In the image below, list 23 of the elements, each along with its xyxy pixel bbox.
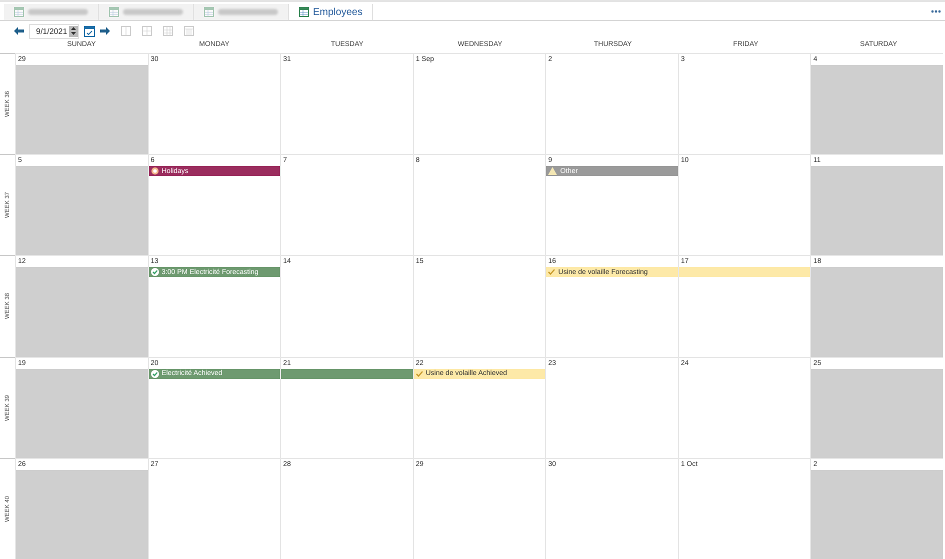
sun-icon (150, 167, 159, 176)
tab[interactable] (194, 4, 289, 20)
blurred-label (218, 9, 278, 15)
blurred-label (28, 9, 88, 15)
more-icon[interactable] (931, 10, 941, 12)
table-icon (299, 7, 309, 17)
check-circle-icon (150, 268, 159, 276)
check-icon (416, 370, 423, 377)
spinner-icon[interactable] (69, 26, 78, 36)
check-icon (548, 269, 556, 276)
table-icon (14, 7, 24, 17)
table-icon (109, 7, 119, 17)
calendar-icon[interactable] (84, 26, 96, 36)
date-field[interactable]: 9/1/2021 (29, 24, 80, 38)
table-icon (204, 7, 214, 17)
back-arrow-icon[interactable] (14, 27, 24, 35)
blurred-label (123, 9, 183, 15)
check-circle-icon (150, 370, 159, 378)
event-bar[interactable] (281, 368, 413, 379)
tab[interactable] (4, 4, 99, 20)
warning-icon (548, 167, 558, 176)
forward-arrow-icon[interactable] (100, 27, 110, 35)
tab[interactable] (99, 4, 194, 20)
